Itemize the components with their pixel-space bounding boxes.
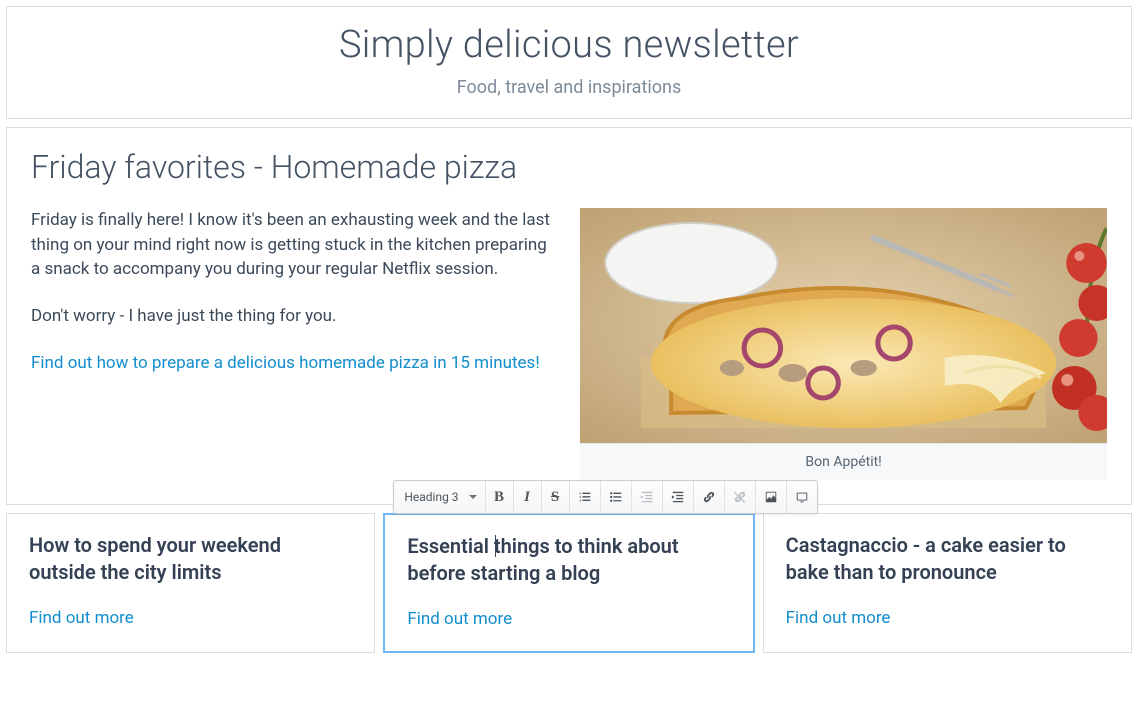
numbered-list-button[interactable]	[570, 481, 601, 513]
indent-icon	[671, 490, 685, 504]
embed-button[interactable]	[787, 481, 817, 513]
article-cta-link[interactable]: Find out how to prepare a delicious home…	[31, 353, 540, 373]
strikethrough-icon: S	[551, 489, 559, 506]
editor-toolbar: Heading 3 B I S	[393, 480, 817, 514]
italic-button[interactable]: I	[514, 481, 542, 513]
card-link[interactable]: Find out more	[786, 608, 891, 628]
link-button[interactable]	[694, 481, 725, 513]
card-title[interactable]: How to spend your weekend outside the ci…	[29, 532, 352, 586]
card-1[interactable]: How to spend your weekend outside the ci…	[6, 513, 375, 653]
article-paragraph-2[interactable]: Don't worry - I have just the thing for …	[31, 304, 558, 329]
bulleted-list-button[interactable]	[601, 481, 632, 513]
article-title[interactable]: Friday favorites - Homemade pizza	[31, 148, 1107, 186]
italic-icon: I	[524, 489, 530, 506]
card-row: How to spend your weekend outside the ci…	[6, 513, 1132, 653]
article-body: Friday is finally here! I know it's been…	[31, 208, 1107, 480]
heading-dropdown[interactable]: Heading 3	[394, 481, 485, 513]
article-paragraph-1[interactable]: Friday is finally here! I know it's been…	[31, 208, 558, 282]
card-3[interactable]: Castagnaccio - a cake easier to bake tha…	[763, 513, 1132, 653]
card-2-active[interactable]: Heading 3 B I S	[383, 513, 754, 653]
text-caret	[495, 535, 496, 557]
card-title[interactable]: Essential things to think about before s…	[407, 533, 730, 587]
article-panel: Friday favorites - Homemade pizza Friday…	[6, 127, 1132, 505]
card-link[interactable]: Find out more	[407, 609, 512, 629]
link-icon	[702, 490, 716, 504]
card-link[interactable]: Find out more	[29, 608, 134, 628]
site-subtitle[interactable]: Food, travel and inspirations	[7, 77, 1131, 98]
strikethrough-button[interactable]: S	[542, 481, 570, 513]
unlink-button[interactable]	[725, 481, 756, 513]
bold-icon: B	[494, 489, 504, 506]
heading-dropdown-label: Heading 3	[404, 490, 458, 504]
bold-button[interactable]: B	[486, 481, 514, 513]
article-figure: Bon Appétit!	[580, 208, 1107, 480]
article-text-column[interactable]: Friday is finally here! I know it's been…	[31, 208, 558, 480]
image-caption[interactable]: Bon Appétit!	[580, 443, 1107, 480]
caret-down-icon	[469, 495, 477, 499]
site-title[interactable]: Simply delicious newsletter	[7, 23, 1131, 67]
image-button[interactable]	[756, 481, 787, 513]
bulleted-list-icon	[609, 490, 623, 504]
header-panel: Simply delicious newsletter Food, travel…	[6, 6, 1132, 119]
unlink-icon	[733, 490, 747, 504]
indent-button[interactable]	[663, 481, 694, 513]
outdent-button[interactable]	[632, 481, 663, 513]
pizza-image[interactable]	[580, 208, 1107, 443]
image-icon	[764, 490, 778, 504]
outdent-icon	[640, 490, 654, 504]
card-title[interactable]: Castagnaccio - a cake easier to bake tha…	[786, 532, 1109, 586]
numbered-list-icon	[578, 490, 592, 504]
embed-icon	[795, 490, 809, 504]
